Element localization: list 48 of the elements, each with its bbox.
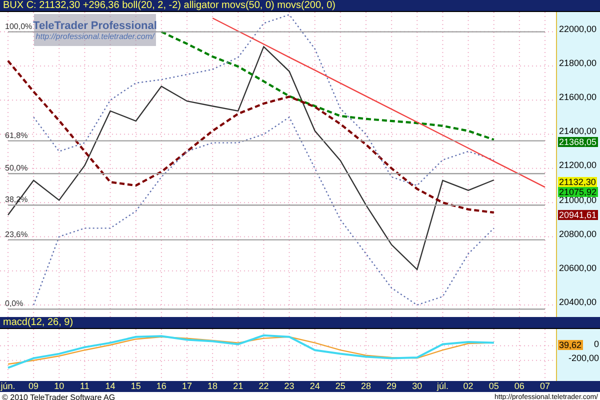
axis-label: 20600,00	[559, 264, 597, 273]
axis-label: 21600,00	[559, 93, 597, 102]
date-label: 11	[80, 381, 90, 392]
date-label: 05	[488, 381, 499, 392]
date-label: 07	[540, 381, 550, 392]
value-badge: 39,62	[558, 340, 583, 350]
axis-label: 0	[594, 340, 599, 349]
chart-title: BUX C: 21132,30 +296,36 boll(20, 2, -2) alligator movs(50, 0) movs(200, 0)	[0, 0, 600, 12]
date-label: júl.	[436, 381, 448, 392]
axis-label: 21000,00	[559, 196, 597, 205]
date-label: 24	[310, 381, 320, 392]
price-badge: 21132,30	[558, 176, 597, 187]
logo-url: http://professional.teletrader.com/	[36, 32, 154, 40]
date-label: 18	[208, 381, 218, 392]
axis-label: 22000,00	[559, 24, 597, 34]
price-badge: 20941,61	[558, 210, 598, 220]
date-label: 21	[233, 381, 244, 392]
date-label: 02	[463, 381, 474, 392]
axis-label: 21800,00	[559, 58, 597, 68]
fibonacci-label: 61,8%	[5, 130, 28, 140]
axis-label: -200,00	[568, 354, 599, 364]
date-label: 29	[386, 381, 397, 392]
date-label: 25	[335, 381, 346, 392]
axis-label: 20800,00	[559, 230, 597, 239]
date-label: 30	[412, 381, 422, 392]
copyright-text: © 2010 TeleTrader Software AG	[2, 392, 116, 400]
date-label: 14	[105, 381, 116, 392]
fibonacci-label: 23,6%	[5, 230, 28, 239]
axis-label: 21400,00	[559, 127, 597, 136]
date-label: 22	[258, 381, 269, 392]
indicator-title: macd(12, 26, 9)	[0, 317, 600, 329]
fibonacci-label: 0,0%	[5, 299, 24, 308]
price-badge: 21075,92	[558, 186, 598, 197]
logo-text: TeleTrader Professional	[33, 20, 157, 32]
date-label: 15	[130, 381, 141, 392]
fibonacci-label: 100,0%	[5, 22, 32, 31]
axis-label: 21200,00	[559, 161, 597, 170]
price-badge: 21368,05	[558, 136, 598, 147]
date-label: 28	[361, 381, 371, 392]
fibonacci-label: 50,0%	[5, 164, 28, 173]
date-label: 16	[156, 381, 166, 392]
date-label: 23	[284, 381, 294, 392]
axis-label: 20400,00	[559, 298, 597, 308]
date-label: 09	[28, 381, 39, 392]
date-label: 06	[514, 381, 524, 392]
date-label: 17	[182, 381, 192, 392]
date-label: 10	[54, 381, 64, 392]
date-label: jún.	[0, 381, 16, 392]
